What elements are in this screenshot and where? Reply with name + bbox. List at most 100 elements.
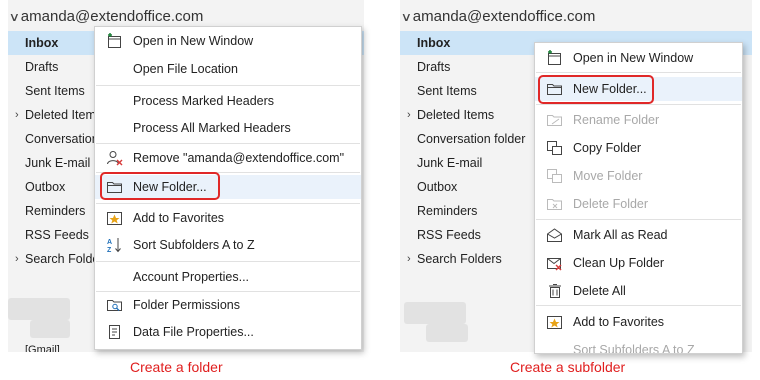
menu-separator: [96, 143, 360, 144]
menu-label: Mark All as Read: [573, 228, 668, 242]
menu-open-file-location[interactable]: Open File Location: [95, 57, 361, 81]
menu-process-marked-headers[interactable]: Process Marked Headers: [95, 89, 361, 113]
menu-label: Open in New Window: [133, 34, 254, 48]
caption-create-folder: Create a folder: [130, 359, 223, 375]
account-name: amanda@extendoffice.com: [20, 8, 204, 25]
expand-chevron-icon[interactable]: ›: [407, 103, 411, 127]
menu-label: Delete Folder: [573, 197, 649, 211]
folder-permissions-icon: [106, 297, 124, 313]
menu-label: Sort Subfolders A to Z: [133, 238, 255, 252]
expand-chevron-icon[interactable]: ›: [407, 247, 411, 271]
rename-folder-icon: [546, 112, 564, 128]
folder-label: Deleted Items: [417, 108, 495, 122]
folder-label: RSS Feeds: [417, 228, 481, 242]
menu-separator: [536, 305, 741, 306]
new-folder-highlight: [538, 75, 654, 104]
menu-delete-all[interactable]: Delete All: [535, 279, 742, 303]
menu-label: Open File Location: [133, 62, 238, 76]
folder-label: Reminders: [417, 204, 478, 218]
blurred-item: [404, 302, 466, 324]
menu-label: Copy Folder: [573, 141, 642, 155]
folder-label: Deleted Items: [25, 108, 103, 122]
remove-account-icon: [106, 150, 124, 166]
gmail-folder[interactable]: [Gmail]: [8, 344, 60, 352]
blurred-item: [8, 298, 70, 320]
menu-data-file-properties[interactable]: Data File Properties...: [95, 320, 361, 344]
menu-add-to-favorites[interactable]: Add to Favorites: [535, 310, 742, 334]
sort-az-icon: AZ: [106, 237, 124, 254]
folder-label: Conversation folder: [417, 132, 526, 146]
menu-separator: [96, 85, 360, 86]
blurred-item: [30, 320, 70, 338]
menu-separator: [536, 104, 741, 105]
folder-label: Conversation: [25, 132, 99, 146]
collapse-chevron-icon[interactable]: ∨: [401, 10, 412, 24]
folder-label: RSS Feeds: [25, 228, 89, 242]
menu-rename-folder[interactable]: Rename Folder: [535, 108, 742, 132]
menu-label: Remove "amanda@extendoffice.com": [133, 151, 345, 165]
expand-chevron-icon[interactable]: ›: [15, 247, 19, 271]
svg-text:A: A: [107, 239, 112, 246]
menu-label: Process All Marked Headers: [133, 121, 291, 135]
menu-label: Add to Favorites: [133, 211, 225, 225]
delete-all-icon: [546, 283, 564, 299]
menu-label: Clean Up Folder: [573, 256, 665, 270]
favorites-star-icon: [546, 314, 564, 330]
menu-move-folder[interactable]: Move Folder: [535, 164, 742, 188]
data-file-icon: [106, 324, 124, 340]
folder-label: Outbox: [25, 180, 66, 194]
menu-separator: [96, 261, 360, 262]
folder-label: Sent Items: [417, 84, 477, 98]
delete-folder-icon: [546, 196, 564, 212]
menu-copy-folder[interactable]: Copy Folder: [535, 136, 742, 160]
menu-separator: [96, 203, 360, 204]
menu-sort-subfolders[interactable]: AZ Sort Subfolders A to Z: [95, 233, 361, 257]
menu-label: Rename Folder: [573, 113, 660, 127]
new-folder-highlight: [100, 172, 220, 200]
copy-folder-icon: [546, 140, 564, 156]
menu-open-new-window[interactable]: Open in New Window: [535, 46, 742, 70]
mark-read-icon: [546, 227, 564, 243]
folder-label: Drafts: [417, 60, 451, 74]
menu-label: Process Marked Headers: [133, 94, 275, 108]
menu-label: Add to Favorites: [573, 315, 665, 329]
favorites-star-icon: [106, 210, 124, 226]
new-window-icon: [546, 50, 564, 66]
account-header[interactable]: ∨amanda@extendoffice.com: [9, 8, 204, 25]
menu-mark-all-read[interactable]: Mark All as Read: [535, 223, 742, 247]
account-name: amanda@extendoffice.com: [412, 8, 596, 25]
folder-label: Search Folders: [417, 252, 502, 266]
menu-open-new-window[interactable]: Open in New Window: [95, 29, 361, 53]
menu-sort-subfolders[interactable]: Sort Subfolders A to Z: [535, 338, 742, 354]
menu-add-to-favorites[interactable]: Add to Favorites: [95, 206, 361, 230]
menu-label: Sort Subfolders A to Z: [573, 343, 695, 354]
blurred-item: [426, 324, 468, 342]
new-window-icon: [106, 33, 124, 49]
menu-delete-folder[interactable]: Delete Folder: [535, 192, 742, 216]
menu-label: Move Folder: [573, 169, 643, 183]
menu-separator: [536, 72, 741, 73]
svg-text:Z: Z: [107, 247, 112, 253]
menu-folder-permissions[interactable]: Folder Permissions: [95, 293, 361, 317]
menu-clean-up-folder[interactable]: Clean Up Folder: [535, 251, 742, 275]
menu-label: Account Properties...: [133, 270, 250, 284]
folder-label: Search Folde: [25, 252, 100, 266]
folder-label: Junk E-mail: [417, 156, 483, 170]
account-header[interactable]: ∨amanda@extendoffice.com: [401, 8, 596, 25]
menu-separator: [536, 219, 741, 220]
folder-label: Sent Items: [25, 84, 85, 98]
menu-process-all-marked-headers[interactable]: Process All Marked Headers: [95, 116, 361, 140]
menu-label: Folder Permissions: [133, 298, 240, 312]
menu-separator: [96, 291, 360, 292]
clean-up-icon: [546, 255, 564, 271]
menu-label: Open in New Window: [573, 51, 694, 65]
folder-label: Inbox: [417, 36, 451, 50]
expand-chevron-icon[interactable]: ›: [15, 103, 19, 127]
collapse-chevron-icon[interactable]: ∨: [9, 10, 20, 24]
menu-remove-account[interactable]: Remove "amanda@extendoffice.com": [95, 146, 361, 170]
folder-label: Outbox: [417, 180, 458, 194]
menu-label: Delete All: [573, 284, 626, 298]
folder-label: Reminders: [25, 204, 86, 218]
folder-label: Drafts: [25, 60, 59, 74]
menu-account-properties[interactable]: Account Properties...: [95, 265, 361, 289]
